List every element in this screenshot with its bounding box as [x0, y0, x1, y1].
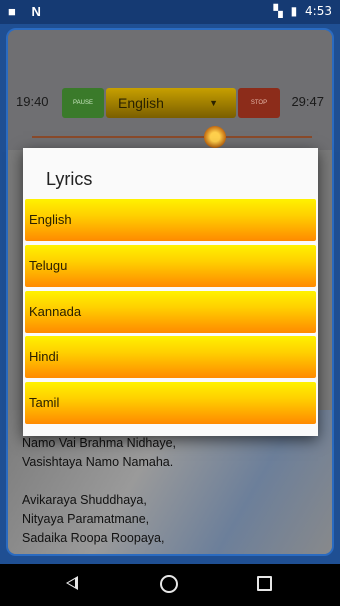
- option-kannada[interactable]: Kannada: [25, 291, 316, 333]
- seek-bar[interactable]: [32, 136, 312, 138]
- stop-button[interactable]: STOP: [238, 88, 280, 118]
- dropdown-caret-icon: ▼: [209, 98, 218, 108]
- pause-button[interactable]: PAUSE: [62, 88, 104, 118]
- clock: 4:53: [305, 4, 332, 18]
- back-icon[interactable]: [66, 576, 78, 590]
- language-dropdown[interactable]: English ▼: [106, 88, 236, 118]
- option-tamil[interactable]: Tamil: [25, 382, 316, 424]
- notification-n-icon: N: [31, 4, 47, 19]
- language-dropdown-value: English: [118, 95, 164, 111]
- lyrics-line: Namo Vai Brahma Nidhaye,: [22, 436, 177, 450]
- battery-icon: ▮: [290, 4, 298, 18]
- status-bar: ■ N ▚ ▮ 4:53: [0, 0, 340, 24]
- option-hindi[interactable]: Hindi: [25, 336, 316, 378]
- lyrics-line: Sadaika Roopa Roopaya,: [22, 531, 165, 545]
- lyrics-dialog: Lyrics English Telugu Kannada Hindi Tami…: [23, 148, 318, 436]
- lyrics-line: Vasishtaya Namo Namaha.: [22, 455, 174, 469]
- total-time: 29:47: [291, 94, 324, 109]
- navigation-bar: [0, 564, 340, 606]
- home-icon[interactable]: [160, 575, 178, 593]
- recents-icon[interactable]: [257, 576, 272, 591]
- option-telugu[interactable]: Telugu: [25, 245, 316, 287]
- signal-icon: ▚: [273, 4, 283, 18]
- status-indicators: ▚ ▮ 4:53: [270, 4, 332, 18]
- notification-icons: ■ N: [8, 4, 47, 19]
- lyrics-text: Namo Vai Brahma Nidhaye, Vasishtaya Namo …: [22, 434, 322, 548]
- elapsed-time: 19:40: [16, 94, 49, 109]
- lyrics-line: Avikaraya Shuddhaya,: [22, 493, 147, 507]
- lyrics-line: Nityaya Paramatmane,: [22, 512, 150, 526]
- seek-thumb[interactable]: [204, 126, 226, 148]
- option-english[interactable]: English: [25, 199, 316, 241]
- notification-square-icon: ■: [8, 4, 22, 19]
- dialog-title: Lyrics: [46, 169, 93, 189]
- lyrics-line: [22, 472, 322, 491]
